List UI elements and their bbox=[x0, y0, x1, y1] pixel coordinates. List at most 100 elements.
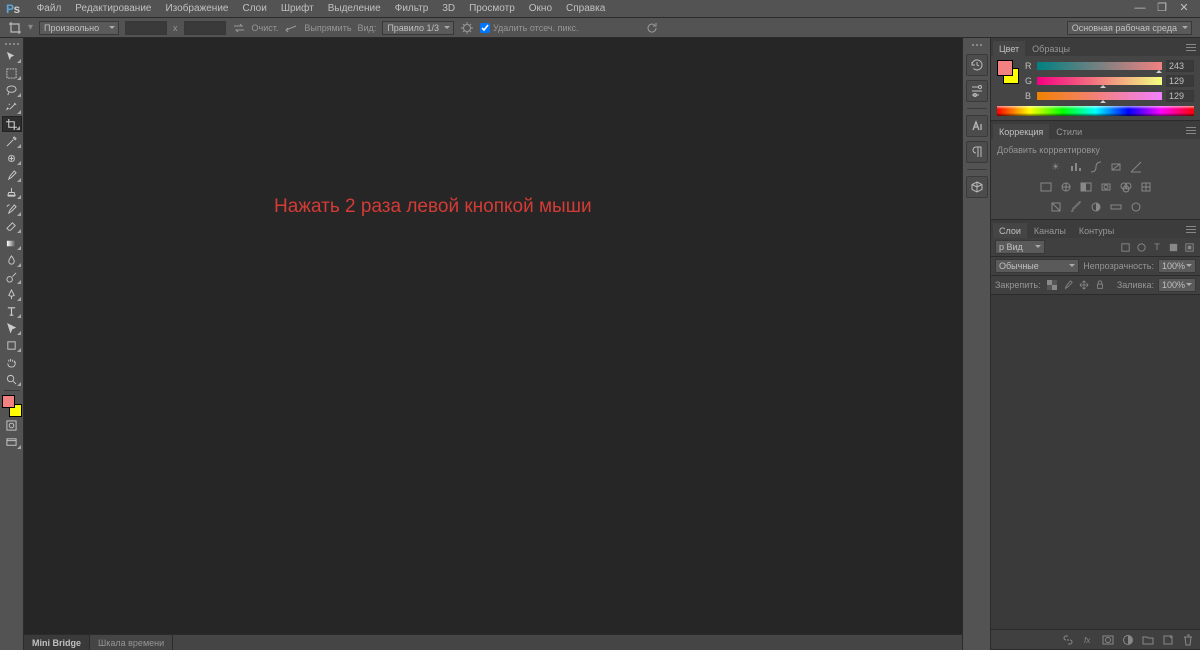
menu-view[interactable]: Просмотр bbox=[462, 1, 522, 16]
path-select-tool[interactable] bbox=[2, 320, 22, 336]
photo-filter-icon[interactable] bbox=[1098, 179, 1114, 195]
color-tab[interactable]: Цвет bbox=[993, 41, 1025, 56]
timeline-tab[interactable]: Шкала времени bbox=[90, 635, 173, 650]
crop-tool-icon[interactable] bbox=[8, 21, 22, 35]
menu-layer[interactable]: Слои bbox=[235, 1, 273, 16]
swatches-tab[interactable]: Образцы bbox=[1026, 41, 1076, 56]
properties-panel-icon[interactable] bbox=[966, 80, 988, 102]
levels-icon[interactable] bbox=[1068, 159, 1084, 175]
lock-position-icon[interactable] bbox=[1077, 278, 1091, 292]
link-layers-icon[interactable] bbox=[1060, 632, 1076, 648]
menu-filter[interactable]: Фильтр bbox=[388, 1, 436, 16]
gradient-map-icon[interactable] bbox=[1108, 199, 1124, 215]
overlay-settings-icon[interactable] bbox=[460, 21, 474, 35]
aspect-ratio-select[interactable]: Произвольно bbox=[39, 21, 119, 35]
menu-select[interactable]: Выделение bbox=[321, 1, 388, 16]
invert-icon[interactable] bbox=[1048, 199, 1064, 215]
lasso-tool[interactable] bbox=[2, 82, 22, 98]
menu-3d[interactable]: 3D bbox=[435, 1, 462, 16]
paragraph-panel-icon[interactable] bbox=[966, 141, 988, 163]
b-value[interactable]: 129 bbox=[1166, 90, 1194, 102]
filter-shape-icon[interactable] bbox=[1166, 240, 1180, 254]
foreground-color-swatch[interactable] bbox=[2, 395, 15, 408]
zoom-tool[interactable] bbox=[2, 371, 22, 387]
panel-color-swatches[interactable] bbox=[997, 60, 1019, 84]
filter-type-icon[interactable]: T bbox=[1150, 240, 1164, 254]
type-tool[interactable] bbox=[2, 303, 22, 319]
color-balance-icon[interactable] bbox=[1058, 179, 1074, 195]
marquee-tool[interactable] bbox=[2, 65, 22, 81]
layers-list[interactable] bbox=[991, 295, 1200, 629]
overlay-view-select[interactable]: Правило 1/3 bbox=[382, 21, 454, 35]
minimize-icon[interactable]: — bbox=[1134, 3, 1146, 15]
spectrum-ramp[interactable] bbox=[997, 106, 1194, 116]
wand-tool[interactable] bbox=[2, 99, 22, 115]
delete-cropped-checkbox[interactable]: Удалить отсеч. пикс. bbox=[480, 23, 579, 33]
g-value[interactable]: 129 bbox=[1166, 75, 1194, 87]
document-canvas[interactable]: Нажать 2 раза левой кнопкой мыши bbox=[24, 38, 962, 634]
filter-smart-icon[interactable] bbox=[1182, 240, 1196, 254]
filter-adjustment-icon[interactable] bbox=[1134, 240, 1148, 254]
pen-tool[interactable] bbox=[2, 286, 22, 302]
new-group-icon[interactable] bbox=[1140, 632, 1156, 648]
layer-effects-icon[interactable]: fx bbox=[1080, 632, 1096, 648]
stamp-tool[interactable] bbox=[2, 184, 22, 200]
move-tool[interactable] bbox=[2, 48, 22, 64]
color-swatches[interactable] bbox=[2, 395, 22, 417]
brush-tool[interactable] bbox=[2, 167, 22, 183]
g-slider[interactable] bbox=[1037, 77, 1162, 85]
delete-layer-icon[interactable] bbox=[1180, 632, 1196, 648]
straighten-label[interactable]: Выпрямить bbox=[304, 23, 351, 33]
swap-dimensions-icon[interactable] bbox=[232, 21, 246, 35]
new-adjustment-icon[interactable] bbox=[1120, 632, 1136, 648]
menu-image[interactable]: Изображение bbox=[158, 1, 235, 16]
close-icon[interactable]: ✕ bbox=[1178, 3, 1190, 15]
layer-mask-icon[interactable] bbox=[1100, 632, 1116, 648]
threshold-icon[interactable] bbox=[1088, 199, 1104, 215]
curves-icon[interactable] bbox=[1088, 159, 1104, 175]
new-layer-icon[interactable] bbox=[1160, 632, 1176, 648]
mini-bridge-tab[interactable]: Mini Bridge bbox=[24, 635, 90, 650]
eraser-tool[interactable] bbox=[2, 218, 22, 234]
crop-width-input[interactable] bbox=[125, 21, 167, 35]
filter-pixel-icon[interactable] bbox=[1118, 240, 1132, 254]
hand-tool[interactable] bbox=[2, 354, 22, 370]
toolbox-grip[interactable] bbox=[0, 40, 23, 48]
history-panel-icon[interactable] bbox=[966, 54, 988, 76]
screenmode-tool[interactable] bbox=[2, 434, 22, 450]
menu-file[interactable]: Файл bbox=[30, 1, 69, 16]
styles-tab[interactable]: Стили bbox=[1050, 124, 1088, 139]
bw-icon[interactable] bbox=[1078, 179, 1094, 195]
paths-tab[interactable]: Контуры bbox=[1073, 223, 1120, 238]
healing-tool[interactable] bbox=[2, 150, 22, 166]
character-panel-icon[interactable] bbox=[966, 115, 988, 137]
selective-color-icon[interactable] bbox=[1128, 199, 1144, 215]
channels-tab[interactable]: Каналы bbox=[1028, 223, 1072, 238]
hue-sat-icon[interactable] bbox=[1038, 179, 1054, 195]
quickmask-tool[interactable] bbox=[2, 417, 22, 433]
menu-edit[interactable]: Редактирование bbox=[68, 1, 158, 16]
fill-value[interactable]: 100% bbox=[1158, 278, 1196, 292]
menu-type[interactable]: Шрифт bbox=[274, 1, 321, 16]
adjustments-tab[interactable]: Коррекция bbox=[993, 124, 1049, 139]
layers-tab[interactable]: Слои bbox=[993, 223, 1027, 238]
r-value[interactable]: 243 bbox=[1166, 60, 1194, 72]
posterize-icon[interactable] bbox=[1068, 199, 1084, 215]
b-slider[interactable] bbox=[1037, 92, 1162, 100]
crop-tool[interactable] bbox=[2, 116, 22, 132]
eyedropper-tool[interactable] bbox=[2, 133, 22, 149]
history-brush-tool[interactable] bbox=[2, 201, 22, 217]
menu-window[interactable]: Окно bbox=[522, 1, 559, 16]
blur-tool[interactable] bbox=[2, 252, 22, 268]
menu-help[interactable]: Справка bbox=[559, 1, 612, 16]
r-slider[interactable] bbox=[1037, 62, 1162, 70]
blend-mode-select[interactable]: Обычные bbox=[995, 259, 1079, 273]
crop-height-input[interactable] bbox=[184, 21, 226, 35]
maximize-icon[interactable]: ❐ bbox=[1156, 3, 1168, 15]
layer-filter-select[interactable]: р Вид bbox=[995, 240, 1045, 254]
lock-transparent-icon[interactable] bbox=[1045, 278, 1059, 292]
opacity-value[interactable]: 100% bbox=[1158, 259, 1196, 273]
shape-tool[interactable] bbox=[2, 337, 22, 353]
reset-icon[interactable] bbox=[645, 21, 659, 35]
clear-button[interactable]: Очист. bbox=[252, 23, 279, 33]
